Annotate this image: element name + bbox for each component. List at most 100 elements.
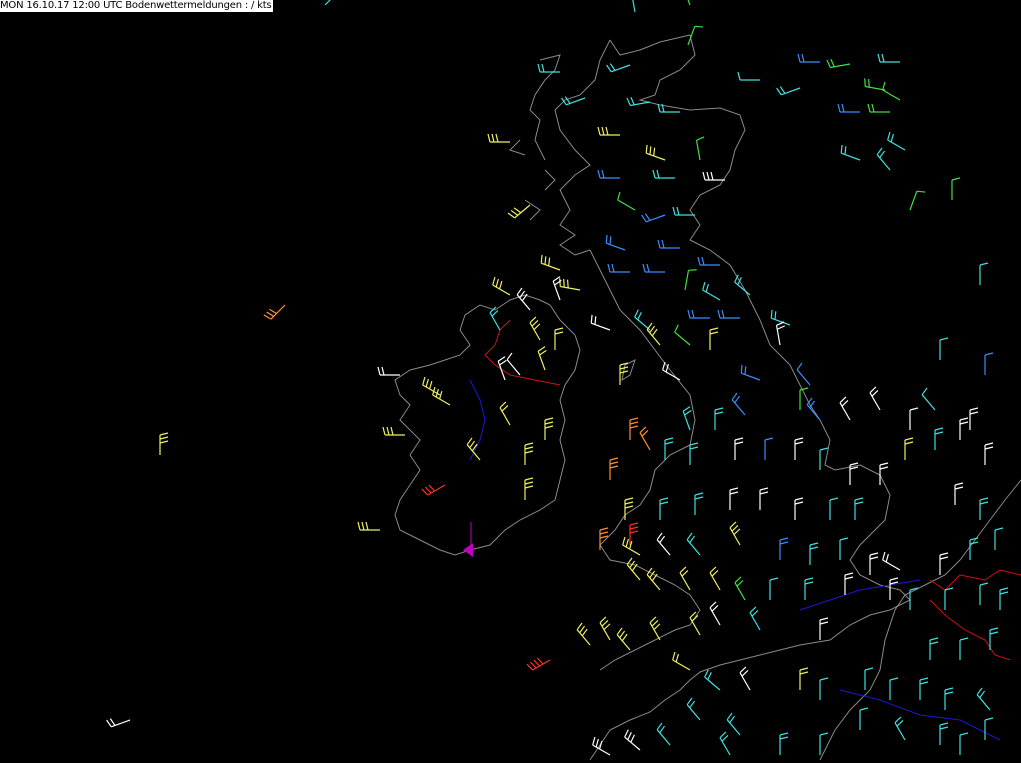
wind-barb-feather <box>829 497 839 501</box>
wind-barb-feather <box>734 441 744 445</box>
wind-barb-feather <box>929 641 939 645</box>
wind-barb-feather <box>849 462 859 466</box>
wind-barb-shaft <box>541 262 561 271</box>
wind-barb-feather <box>507 212 516 219</box>
wind-barb <box>779 537 789 560</box>
wind-barb <box>809 542 819 565</box>
wind-barb-shaft <box>674 331 691 346</box>
wind-barb-feather <box>601 126 605 136</box>
wind-barb <box>646 567 661 591</box>
wind-barb-shaft <box>324 0 331 6</box>
wind-barb-feather <box>879 462 889 466</box>
wind-barb-feather <box>491 133 495 143</box>
wind-barb <box>639 426 651 451</box>
wind-barb-feather <box>674 324 679 333</box>
wind-barb <box>909 587 919 610</box>
wind-barb-feather <box>864 78 866 87</box>
wind-barb-feather <box>109 718 116 726</box>
wind-barb-feather <box>709 566 717 574</box>
wind-barb <box>944 687 954 710</box>
wind-barb-feather <box>830 59 835 68</box>
wind-barb-shaft <box>894 722 906 741</box>
wind-barb-shaft <box>639 432 651 451</box>
wind-barb-feather <box>729 491 739 495</box>
wind-barb-feather <box>739 666 747 674</box>
wind-barb-feather <box>801 53 805 63</box>
wind-barb <box>684 269 697 291</box>
wind-barb-feather <box>689 442 699 446</box>
wind-barb-feather <box>639 426 647 434</box>
wind-barb-shaft <box>466 444 481 461</box>
wind-barb-feather <box>969 411 979 415</box>
wind-barb-feather <box>533 659 541 667</box>
wind-barb-feather <box>717 309 721 319</box>
wind-barb-feather <box>531 319 539 327</box>
wind-barb-feather <box>537 63 541 73</box>
wind-barb-shaft <box>591 322 611 331</box>
wind-barb-feather <box>629 417 639 421</box>
wind-barb-shaft <box>514 204 531 219</box>
wind-barb-feather <box>501 404 509 412</box>
wind-barb <box>106 718 131 728</box>
wind-barb <box>919 677 929 700</box>
wind-barb-feather <box>689 446 699 450</box>
wind-barb-shaft <box>876 154 891 171</box>
wind-barb <box>959 637 969 660</box>
ireland-river-blue <box>469 379 486 461</box>
wind-barb <box>632 0 636 13</box>
wind-barb <box>999 587 1009 610</box>
wind-barb <box>697 256 720 266</box>
coastline-layer <box>394 34 1021 761</box>
wind-barb-shaft <box>672 659 691 671</box>
wind-barb-feather <box>691 309 695 319</box>
wind-barb-shaft <box>684 270 690 291</box>
wind-barb-feather <box>959 732 969 736</box>
wind-barb <box>775 321 785 346</box>
wind-barb-feather <box>939 726 949 730</box>
wind-barb-feather <box>882 81 886 91</box>
wind-barb-feather <box>705 283 709 293</box>
wind-barb-feather <box>421 488 429 496</box>
wind-barb <box>869 552 879 575</box>
wind-barb-feather <box>909 407 919 411</box>
wind-barb <box>921 387 936 411</box>
wind-barb-shaft <box>646 152 666 161</box>
wind-barb-feather <box>599 531 609 535</box>
wind-barb-feather <box>744 366 747 375</box>
wind-barb <box>731 392 746 416</box>
wind-barb <box>954 482 964 505</box>
wind-barb-feather <box>487 133 491 143</box>
wind-barb <box>382 426 405 436</box>
scotland-west-coastline <box>554 39 611 256</box>
wind-barb <box>734 437 744 460</box>
wind-barb-feather <box>649 325 656 334</box>
wind-barb-shaft <box>741 372 761 381</box>
wind-barb <box>819 677 829 700</box>
wind-barb-feather <box>706 171 710 181</box>
wind-barb-shaft <box>734 281 751 296</box>
wind-barb-feather <box>889 677 899 681</box>
wind-barb-feather <box>959 417 969 421</box>
wind-barb <box>740 364 761 381</box>
wind-barb-feather <box>656 169 660 179</box>
wind-barb-feather <box>684 409 692 416</box>
wind-barb-feather <box>653 623 661 631</box>
wind-barb-feather <box>984 717 994 721</box>
wind-barb <box>882 551 901 571</box>
wind-barb-feather <box>714 407 724 411</box>
wind-barb-feather <box>106 719 112 728</box>
wind-barb-feather <box>544 417 554 421</box>
wind-barb <box>659 497 669 520</box>
wind-barb <box>679 566 691 591</box>
wind-barb <box>759 487 769 510</box>
wind-barb-feather <box>729 715 736 724</box>
wind-barb-feather <box>526 663 534 671</box>
wind-barb-feather <box>916 190 926 193</box>
wind-barb-feather <box>649 146 652 155</box>
wind-barb-feather <box>624 729 629 738</box>
wind-barb-feather <box>839 396 847 404</box>
wind-barb-feather <box>686 697 693 706</box>
wind-barb <box>499 401 511 426</box>
wind-barb-feather <box>701 256 705 266</box>
wind-barb-feather <box>429 380 433 390</box>
